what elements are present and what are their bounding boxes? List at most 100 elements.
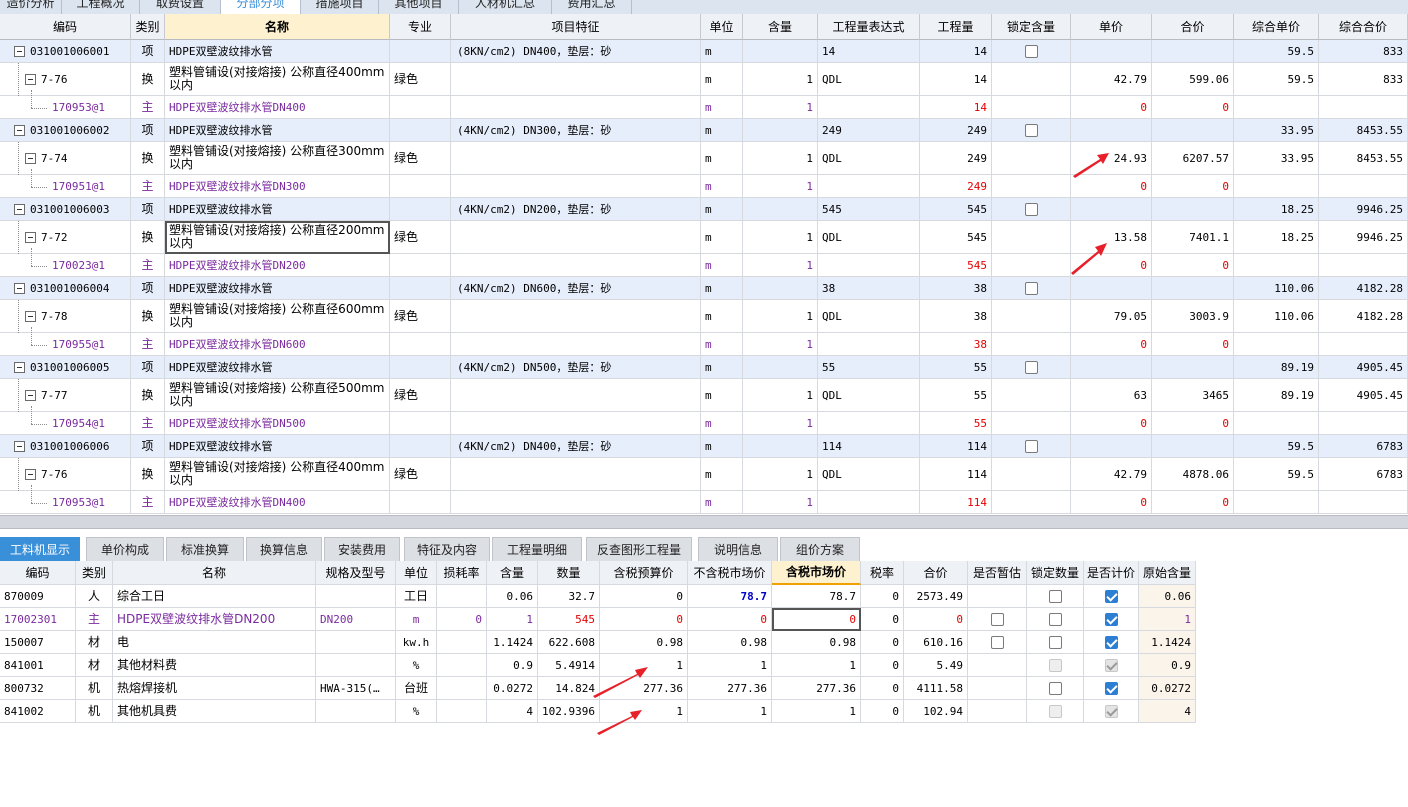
cell-expr-text[interactable]: QDL <box>822 311 842 322</box>
top-tab-1[interactable]: 工程概况 <box>62 0 140 14</box>
bottom-tab-5[interactable]: 特征及内容 <box>404 537 490 561</box>
lock-quantity-checkbox[interactable] <box>1048 681 1062 695</box>
cell-name-text[interactable]: HDPE双壁波纹排水管 <box>169 441 273 452</box>
collapse-toggle-icon[interactable] <box>25 468 36 480</box>
col-header-13[interactable]: 综合合价 <box>1319 14 1408 40</box>
lock-quantity-checkbox[interactable] <box>1048 635 1062 649</box>
top-tab-6[interactable]: 人材机汇总 <box>459 0 552 14</box>
lock-ratio-checkbox[interactable] <box>1024 202 1038 216</box>
col-header-3[interactable]: 专业 <box>390 14 451 40</box>
bill-items-grid[interactable]: 编码 类别 名称 专业 项目特征 单位 含量 工程量表达式 工程量 锁定含量 单价 合价 综合单价 综合合… <box>0 14 1408 515</box>
collapse-toggle-icon[interactable] <box>25 152 36 164</box>
table-row[interactable]: 170954@1 主 HDPE双壁波纹排水管DN500 m 1 55 0 0 <box>0 412 1408 435</box>
col-header-10[interactable]: 单价 <box>1071 14 1152 40</box>
cell-expr-text[interactable]: QDL <box>822 390 842 401</box>
cell-name-text[interactable]: 塑料管铺设(对接熔接) 公称直径500mm以内 <box>169 382 387 408</box>
cell-expr-text[interactable]: 55 <box>822 362 835 373</box>
col-header-5[interactable]: 损耗率 <box>437 561 487 585</box>
collapse-toggle-icon[interactable] <box>14 361 25 373</box>
cell-name-text[interactable]: HDPE双壁波纹排水管 <box>169 362 273 373</box>
collapse-toggle-icon[interactable] <box>14 124 25 136</box>
collapse-toggle-icon[interactable] <box>25 231 36 243</box>
bottom-tab-9[interactable]: 组价方案 <box>780 537 860 561</box>
col-header-8[interactable]: 工程量 <box>920 14 992 40</box>
col-header-9[interactable]: 锁定含量 <box>992 14 1071 40</box>
cell-name-text[interactable]: HDPE双壁波纹排水管 <box>169 204 273 215</box>
lock-quantity-checkbox[interactable] <box>1048 612 1062 626</box>
col-header-1[interactable]: 类别 <box>131 14 165 40</box>
top-tab-5[interactable]: 其他项目 <box>379 0 459 14</box>
col-header-5[interactable]: 单位 <box>701 14 743 40</box>
cell-name-text[interactable]: 塑料管铺设(对接熔接) 公称直径400mm以内 <box>169 461 387 487</box>
cell-name-text[interactable]: 塑料管铺设(对接熔接) 公称直径200mm以内 <box>169 224 387 250</box>
cell-expr-text[interactable]: QDL <box>822 232 842 243</box>
top-tab-2[interactable]: 取费设置 <box>140 0 221 14</box>
col-header-0[interactable]: 编码 <box>0 561 76 585</box>
priced-checkbox[interactable] <box>1104 681 1118 695</box>
table-row[interactable]: 7-77 换 塑料管铺设(对接熔接) 公称直径500mm以内 绿色 m 1 QDL 55 63 3… <box>0 379 1408 412</box>
collapse-toggle-icon[interactable] <box>14 203 25 215</box>
col-header-14[interactable]: 锁定数量 <box>1027 561 1084 585</box>
table-row[interactable]: 170955@1 主 HDPE双壁波纹排水管DN600 m 1 38 0 0 <box>0 333 1408 356</box>
lock-ratio-checkbox[interactable] <box>1024 360 1038 374</box>
top-tab-7[interactable]: 费用汇总 <box>552 0 632 14</box>
cell-expr-text[interactable]: 38 <box>822 283 835 294</box>
cell-name-text[interactable]: HDPE双壁波纹排水管DN400 <box>169 497 306 508</box>
cell-name-text[interactable]: 塑料管铺设(对接熔接) 公称直径300mm以内 <box>169 145 387 171</box>
table-row[interactable]: 031001006003 项 HDPE双壁波纹排水管 (4KN/cm2) DN200，… <box>0 198 1408 221</box>
table-row[interactable]: 170953@1 主 HDPE双壁波纹排水管DN400 m 1 114 0 0 <box>0 491 1408 514</box>
cell-name-text[interactable]: 塑料管铺设(对接熔接) 公称直径400mm以内 <box>169 66 387 92</box>
cell-expr-text[interactable]: QDL <box>822 153 842 164</box>
col-header-10[interactable]: 含税市场价 <box>772 561 861 585</box>
top-tab-0[interactable]: 造价分析 <box>0 0 62 14</box>
collapse-toggle-icon[interactable] <box>25 310 36 322</box>
table-row[interactable]: 7-76 换 塑料管铺设(对接熔接) 公称直径400mm以内 绿色 m 1 QDL 14 42.… <box>0 63 1408 96</box>
table-row[interactable]: 031001006004 项 HDPE双壁波纹排水管 (4KN/cm2) DN600，… <box>0 277 1408 300</box>
bottom-tab-7[interactable]: 反查图形工程量 <box>586 537 692 561</box>
cell-expr-text[interactable]: 114 <box>822 441 842 452</box>
lock-ratio-checkbox[interactable] <box>1024 123 1038 137</box>
estimate-checkbox[interactable] <box>990 612 1004 626</box>
table-row[interactable]: 7-76 换 塑料管铺设(对接熔接) 公称直径400mm以内 绿色 m 1 QDL 114 42… <box>0 458 1408 491</box>
collapse-toggle-icon[interactable] <box>14 45 25 57</box>
col-header-4[interactable]: 单位 <box>396 561 437 585</box>
col-header-6[interactable]: 含量 <box>487 561 538 585</box>
bottom-tab-1[interactable]: 单价构成 <box>86 537 164 561</box>
cell-name-text[interactable]: HDPE双壁波纹排水管DN400 <box>169 102 306 113</box>
col-header-8[interactable]: 含税预算价 <box>600 561 688 585</box>
cell-expr-text[interactable]: 249 <box>822 125 842 136</box>
cell-name-text[interactable]: HDPE双壁波纹排水管 <box>169 46 273 57</box>
table-row[interactable]: 170953@1 主 HDPE双壁波纹排水管DN400 m 1 14 0 0 <box>0 96 1408 119</box>
col-header-6[interactable]: 含量 <box>743 14 818 40</box>
col-header-2[interactable]: 名称 <box>113 561 316 585</box>
lock-ratio-checkbox[interactable] <box>1024 44 1038 58</box>
bottom-tab-3[interactable]: 换算信息 <box>246 537 322 561</box>
collapse-toggle-icon[interactable] <box>14 440 25 452</box>
col-header-2[interactable]: 名称 <box>165 14 390 40</box>
panel-splitter[interactable] <box>0 515 1408 529</box>
col-header-0[interactable]: 编码 <box>0 14 131 40</box>
bottom-tab-8[interactable]: 说明信息 <box>698 537 778 561</box>
col-header-7[interactable]: 工程量表达式 <box>818 14 920 40</box>
top-tab-4[interactable]: 措施项目 <box>301 0 379 14</box>
lock-ratio-checkbox[interactable] <box>1024 281 1038 295</box>
cell-name-text[interactable]: HDPE双壁波纹排水管DN600 <box>169 339 306 350</box>
bottom-tab-2[interactable]: 标准换算 <box>166 537 244 561</box>
lock-ratio-checkbox[interactable] <box>1024 439 1038 453</box>
table-row[interactable]: 031001006001 项 HDPE双壁波纹排水管 (8KN/cm2) DN400，… <box>0 40 1408 63</box>
top-tab-3[interactable]: 分部分项 <box>221 0 301 14</box>
priced-checkbox[interactable] <box>1104 635 1118 649</box>
priced-checkbox[interactable] <box>1104 589 1118 603</box>
estimate-checkbox[interactable] <box>990 635 1004 649</box>
bottom-tab-4[interactable]: 安装费用 <box>324 537 400 561</box>
table-row[interactable]: 7-72 换 塑料管铺设(对接熔接) 公称直径200mm以内 绿色 m 1 QDL 545 13… <box>0 221 1408 254</box>
bottom-tab-6[interactable]: 工程量明细 <box>492 537 582 561</box>
col-header-7[interactable]: 数量 <box>538 561 600 585</box>
cell-name-text[interactable]: HDPE双壁波纹排水管DN500 <box>169 418 306 429</box>
col-header-9[interactable]: 不含税市场价 <box>688 561 772 585</box>
resource-grid[interactable]: 编码 类别 名称 规格及型号 单位 损耗率 含量 数量 含税预算价 不含税市场价 含税市场价 税率 合价… <box>0 561 1200 731</box>
lock-quantity-checkbox[interactable] <box>1048 589 1062 603</box>
cell-expr-text[interactable]: QDL <box>822 469 842 480</box>
cell-name-text[interactable]: HDPE双壁波纹排水管DN300 <box>169 181 306 192</box>
col-header-12[interactable]: 合价 <box>904 561 968 585</box>
